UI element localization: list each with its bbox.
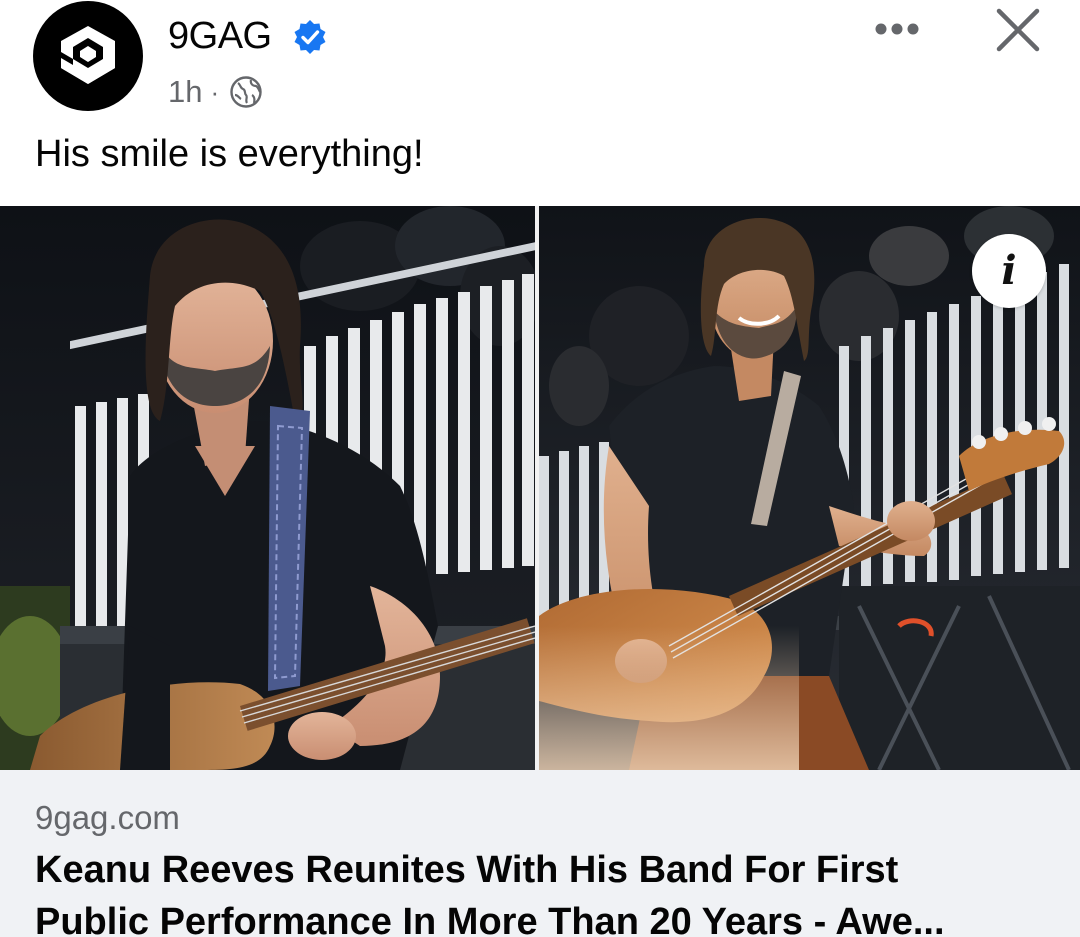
verified-badge-icon	[294, 20, 326, 54]
close-post-button[interactable]	[992, 4, 1044, 56]
post-meta: 1h ·	[168, 72, 263, 112]
post-card: 9GAG 1h · His smile is everything! i 9ga…	[0, 0, 1080, 937]
info-icon: i	[1001, 247, 1017, 294]
close-icon	[996, 8, 1040, 52]
link-domain: 9gag.com	[35, 799, 180, 836]
globe-icon	[230, 76, 262, 108]
more-options-button[interactable]	[868, 8, 926, 50]
link-preview-card[interactable]: 9gag.com Keanu Reeves Reunites With His …	[0, 770, 1080, 937]
post-time[interactable]: 1h	[168, 74, 202, 110]
link-title-line-2: Public Performance In More Than 20 Years…	[35, 901, 945, 937]
post-media[interactable]: i	[0, 206, 1080, 770]
post-caption: His smile is everything!	[35, 133, 424, 175]
more-horizontal-icon	[875, 23, 919, 35]
page-avatar[interactable]	[33, 1, 143, 111]
meta-separator: ·	[210, 76, 220, 107]
bassist-photo-left	[0, 206, 535, 770]
photo-left[interactable]	[0, 206, 535, 770]
link-title: Keanu Reeves Reunites With His Band For …	[35, 844, 1045, 937]
link-title-line-1: Keanu Reeves Reunites With His Band For …	[35, 849, 899, 891]
9gag-logo-icon	[61, 26, 115, 84]
page-name[interactable]: 9GAG	[168, 14, 272, 58]
media-info-button[interactable]: i	[972, 234, 1046, 308]
